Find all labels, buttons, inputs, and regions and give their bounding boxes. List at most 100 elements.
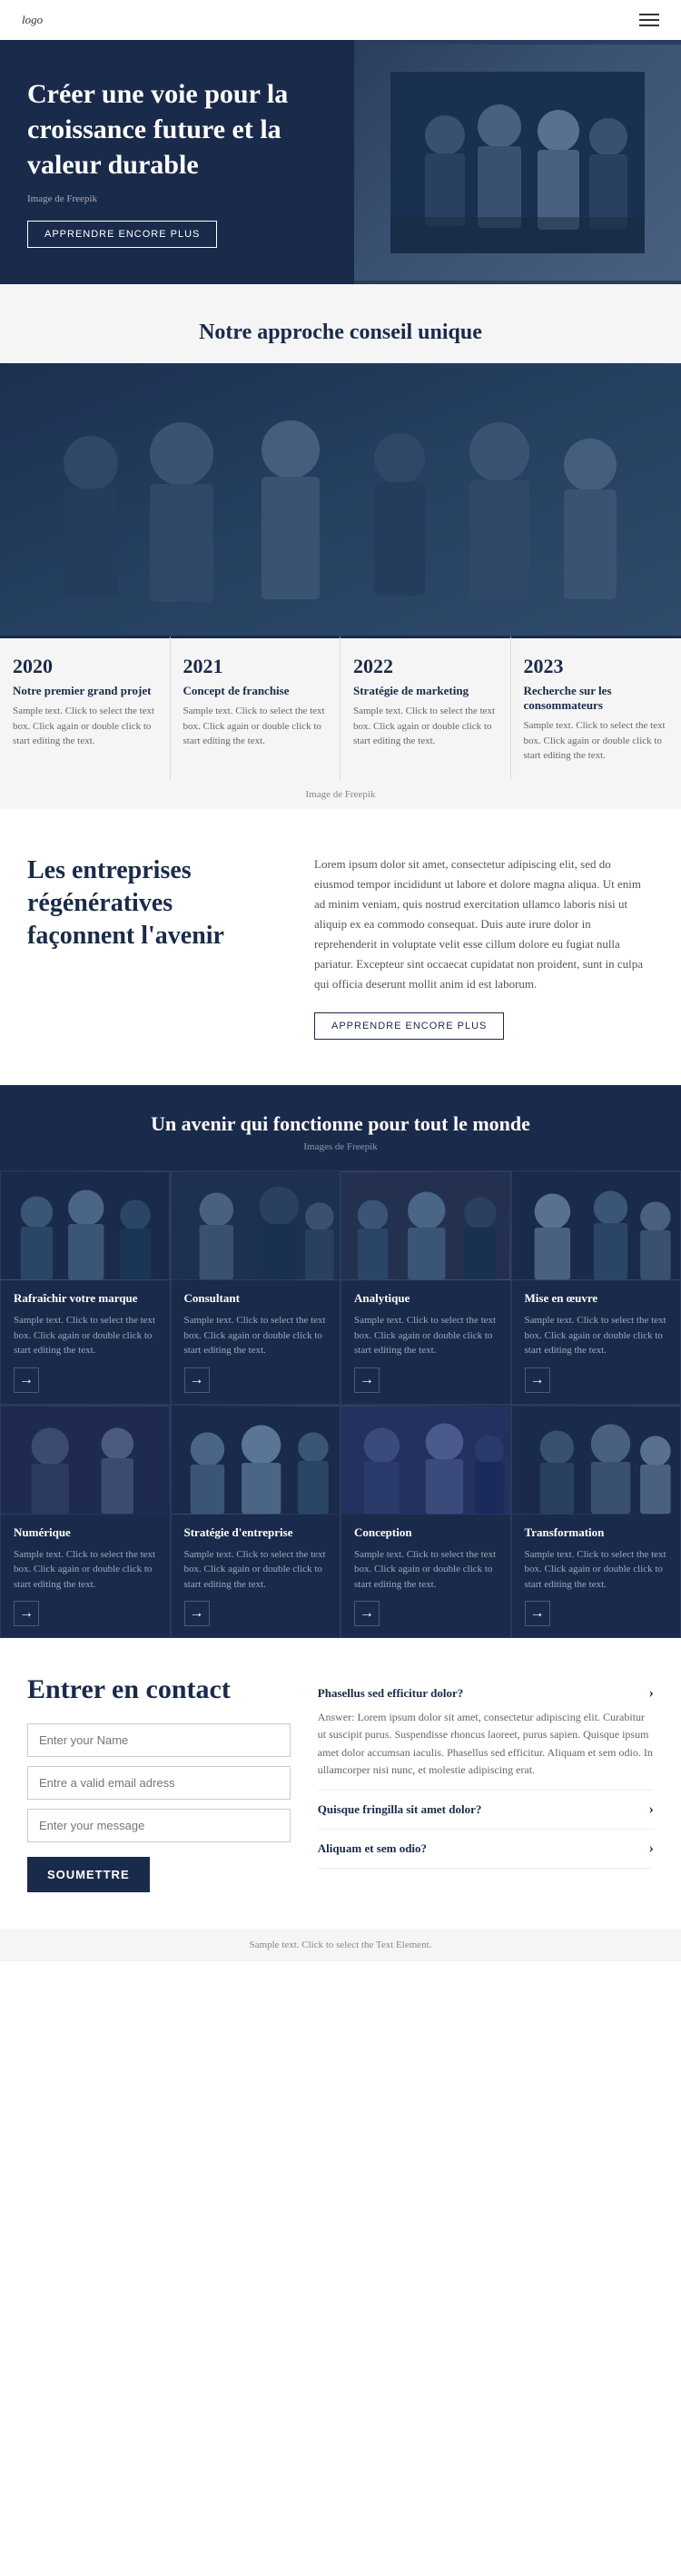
card-text-6: Sample text. Click to select the text bo… xyxy=(354,1547,498,1593)
cards-row-2: Numérique Sample text. Click to select t… xyxy=(0,1405,681,1639)
card-text-2: Sample text. Click to select the text bo… xyxy=(354,1313,498,1358)
timeline-year-3: 2023 xyxy=(524,655,669,678)
approach-photo-svg xyxy=(0,363,681,636)
approach-section: Notre approche conseil unique xyxy=(0,284,681,809)
world-credit: Images de Freepik xyxy=(0,1141,681,1152)
hero-image-svg xyxy=(390,72,645,253)
card-arrow-4[interactable]: → xyxy=(14,1601,39,1626)
card-4: Numérique Sample text. Click to select t… xyxy=(0,1405,171,1639)
timeline-item-3: 2023 Recherche sur les consommateurs Sam… xyxy=(511,636,681,780)
card-arrow-6[interactable]: → xyxy=(354,1601,380,1626)
timeline-text-1: Sample text. Click to select the text bo… xyxy=(183,704,328,749)
timeline-year-0: 2020 xyxy=(13,655,157,678)
timeline-year-1: 2021 xyxy=(183,655,328,678)
card-arrow-7[interactable]: → xyxy=(525,1601,550,1626)
contact-form: SOUMETTRE xyxy=(27,1723,291,1892)
world-title: Un avenir qui fonctionne pour tout le mo… xyxy=(0,1112,681,1141)
card-title-5: Stratégie d'entreprise xyxy=(184,1525,328,1540)
card-title-3: Mise en œuvre xyxy=(525,1291,668,1306)
card-arrow-5[interactable]: → xyxy=(184,1601,210,1626)
faq-item-2: Aliquam et sem odio? › xyxy=(318,1830,654,1869)
contact-message-input[interactable] xyxy=(27,1809,291,1842)
logo: logo xyxy=(22,13,43,27)
regen-section: Les entreprises régénératives façonnent … xyxy=(0,809,681,1086)
timeline-heading-3: Recherche sur les consommateurs xyxy=(524,684,669,713)
footer: Sample text. Click to select the Text El… xyxy=(0,1929,681,1961)
faq-arrow-1: › xyxy=(649,1801,654,1818)
faq-answer-0: Answer: Lorem ipsum dolor sit amet, cons… xyxy=(318,1709,654,1779)
contact-name-input[interactable] xyxy=(27,1723,291,1757)
card-image-7 xyxy=(512,1406,681,1515)
contact-section: Entrer en contact SOUMETTRE Phasellus se… xyxy=(0,1638,681,1929)
hero-learn-more-button[interactable]: APPRENDRE ENCORE PLUS xyxy=(27,221,217,248)
card-6: Conception Sample text. Click to select … xyxy=(340,1405,511,1639)
hero-title: Créer une voie pour la croissance future… xyxy=(27,76,327,183)
card-image-6 xyxy=(341,1406,510,1515)
timeline-item-2: 2022 Stratégie de marketing Sample text.… xyxy=(340,636,511,780)
contact-title: Entrer en contact xyxy=(27,1674,291,1705)
faq-arrow-2: › xyxy=(649,1841,654,1857)
card-1: Consultant Sample text. Click to select … xyxy=(171,1170,341,1405)
world-section: Un avenir qui fonctionne pour tout le mo… xyxy=(0,1085,681,1638)
card-arrow-0[interactable]: → xyxy=(14,1367,39,1393)
timeline-heading-2: Stratégie de marketing xyxy=(353,684,498,698)
card-arrow-2[interactable]: → xyxy=(354,1367,380,1393)
card-text-7: Sample text. Click to select the text bo… xyxy=(525,1547,668,1593)
regen-title: Les entreprises régénératives façonnent … xyxy=(27,854,278,953)
regen-text: Lorem ipsum dolor sit amet, consectetur … xyxy=(314,854,654,995)
card-title-4: Numérique xyxy=(14,1525,157,1540)
faq-question-1[interactable]: Quisque fringilla sit amet dolor? › xyxy=(318,1801,654,1818)
timeline-item-0: 2020 Notre premier grand projet Sample t… xyxy=(0,636,171,780)
card-text-0: Sample text. Click to select the text bo… xyxy=(14,1313,157,1358)
faq-item-0: Phasellus sed efficitur dolor? › Answer:… xyxy=(318,1674,654,1791)
card-7: Transformation Sample text. Click to sel… xyxy=(511,1405,681,1639)
approach-photo xyxy=(0,363,681,636)
hero-image-credit: Image de Freepik xyxy=(27,193,327,204)
navbar: logo xyxy=(0,0,681,40)
card-arrow-1[interactable]: → xyxy=(184,1367,210,1393)
footer-text: Sample text. Click to select the Text El… xyxy=(250,1939,432,1950)
timeline-text-0: Sample text. Click to select the text bo… xyxy=(13,704,157,749)
card-title-1: Consultant xyxy=(184,1291,328,1306)
cards-row-1: Rafraîchir votre marque Sample text. Cli… xyxy=(0,1170,681,1405)
contact-submit-button[interactable]: SOUMETTRE xyxy=(27,1857,150,1892)
card-text-3: Sample text. Click to select the text bo… xyxy=(525,1313,668,1358)
timeline-heading-0: Notre premier grand projet xyxy=(13,684,157,698)
faq-item-1: Quisque fringilla sit amet dolor? › xyxy=(318,1791,654,1830)
faq-arrow-0: › xyxy=(649,1685,654,1702)
contact-email-input[interactable] xyxy=(27,1766,291,1800)
approach-title: Notre approche conseil unique xyxy=(0,284,681,363)
card-title-0: Rafraîchir votre marque xyxy=(14,1291,157,1306)
card-text-5: Sample text. Click to select the text bo… xyxy=(184,1547,328,1593)
card-image-0 xyxy=(1,1171,170,1280)
card-3: Mise en œuvre Sample text. Click to sele… xyxy=(511,1170,681,1405)
card-0: Rafraîchir votre marque Sample text. Cli… xyxy=(0,1170,171,1405)
faq-question-2[interactable]: Aliquam et sem odio? › xyxy=(318,1841,654,1857)
timeline-year-2: 2022 xyxy=(353,655,498,678)
card-title-2: Analytique xyxy=(354,1291,498,1306)
faq-question-0[interactable]: Phasellus sed efficitur dolor? › xyxy=(318,1685,654,1702)
card-2: Analytique Sample text. Click to select … xyxy=(340,1170,511,1405)
hero-image xyxy=(354,40,681,284)
timeline-text-3: Sample text. Click to select the text bo… xyxy=(524,718,669,764)
card-arrow-3[interactable]: → xyxy=(525,1367,550,1393)
timeline: 2020 Notre premier grand projet Sample t… xyxy=(0,636,681,780)
contact-faq: Phasellus sed efficitur dolor? › Answer:… xyxy=(318,1674,654,1869)
card-text-4: Sample text. Click to select the text bo… xyxy=(14,1547,157,1593)
card-5: Stratégie d'entreprise Sample text. Clic… xyxy=(171,1405,341,1639)
timeline-text-2: Sample text. Click to select the text bo… xyxy=(353,704,498,749)
timeline-item-1: 2021 Concept de franchise Sample text. C… xyxy=(171,636,341,780)
card-image-4 xyxy=(1,1406,170,1515)
card-image-5 xyxy=(172,1406,340,1515)
approach-credit: Image de Freepik xyxy=(0,780,681,809)
card-image-1 xyxy=(172,1171,340,1280)
card-image-3 xyxy=(512,1171,681,1280)
card-title-7: Transformation xyxy=(525,1525,668,1540)
timeline-heading-1: Concept de franchise xyxy=(183,684,328,698)
hamburger-button[interactable] xyxy=(639,14,659,26)
hero-section: Créer une voie pour la croissance future… xyxy=(0,40,681,284)
card-image-2 xyxy=(341,1171,510,1280)
card-text-1: Sample text. Click to select the text bo… xyxy=(184,1313,328,1358)
card-title-6: Conception xyxy=(354,1525,498,1540)
regen-learn-more-button[interactable]: APPRENDRE ENCORE PLUS xyxy=(314,1012,504,1040)
